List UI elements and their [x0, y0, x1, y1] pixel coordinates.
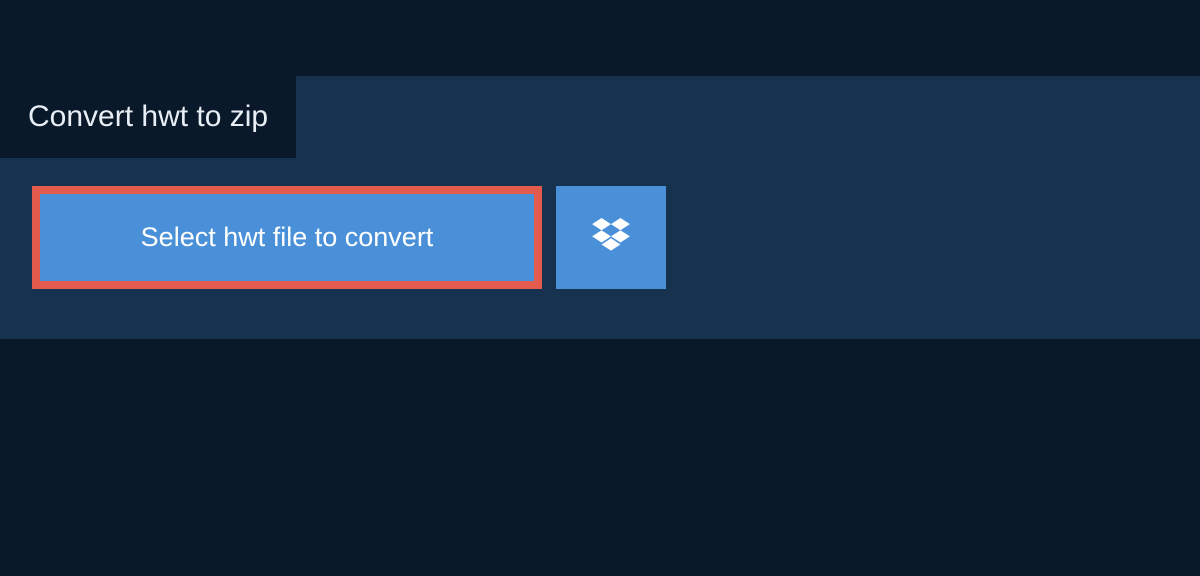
dropbox-icon — [592, 218, 630, 257]
dropbox-button[interactable] — [556, 186, 666, 289]
select-file-button[interactable]: Select hwt file to convert — [32, 186, 542, 289]
tab-title: Convert hwt to zip — [28, 100, 268, 133]
select-file-label: Select hwt file to convert — [141, 222, 434, 253]
page-tab: Convert hwt to zip — [0, 76, 296, 158]
